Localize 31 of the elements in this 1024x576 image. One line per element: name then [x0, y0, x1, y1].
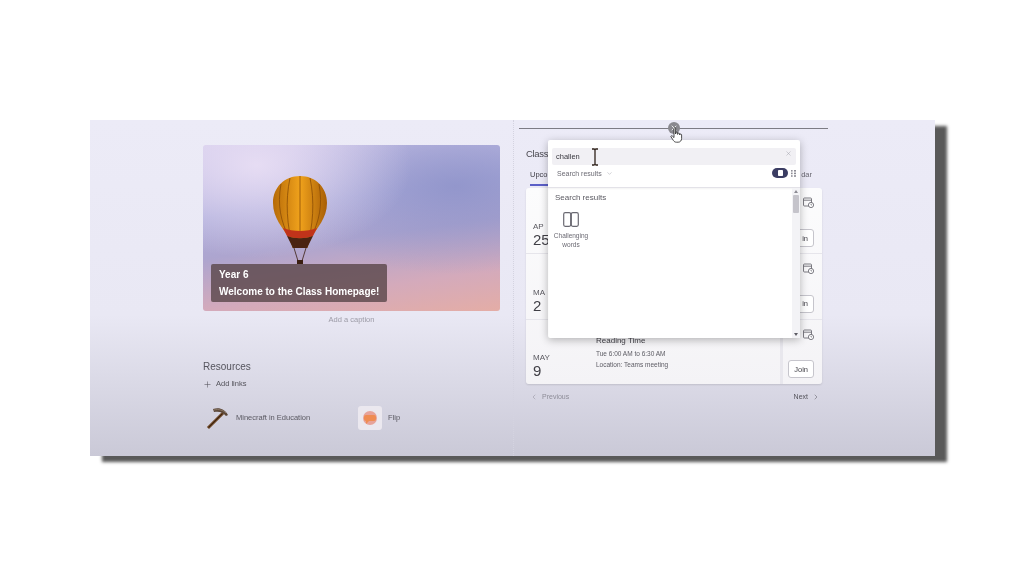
event-month: MA	[533, 287, 545, 298]
speech-bubble-icon	[358, 405, 382, 430]
pickaxe-icon	[205, 405, 230, 430]
scrollbar[interactable]	[792, 188, 800, 338]
chevron-left-icon	[530, 393, 538, 401]
event-month: AP	[533, 222, 544, 233]
event-day: 2	[533, 297, 542, 313]
caret-down-icon	[794, 333, 798, 336]
banner-text: Welcome to the Class Homepage!	[219, 285, 380, 298]
panel-title: Class	[526, 147, 549, 161]
caret-up-icon	[794, 190, 798, 193]
calendar-icon[interactable]	[803, 197, 814, 208]
resources-heading: Resources	[203, 360, 251, 374]
event-title: Reading Time	[596, 334, 646, 347]
banner-text: Year 6	[219, 268, 250, 281]
calendar-icon[interactable]	[803, 263, 814, 275]
event-day: 9	[533, 363, 542, 378]
dots-icon	[791, 169, 796, 177]
calendar-icon[interactable]	[803, 328, 814, 340]
scrollbar-thumb[interactable]	[793, 195, 799, 213]
results-heading: Search results	[555, 192, 607, 203]
chevron-down-icon	[605, 169, 613, 177]
square-icon	[777, 170, 783, 176]
view-toggle-button[interactable]	[790, 168, 797, 178]
plus-icon	[203, 379, 212, 389]
text-cursor-icon	[591, 148, 599, 166]
view-toggle-button[interactable]	[772, 168, 788, 178]
chevron-right-icon	[812, 393, 820, 401]
event-month: MAY	[533, 353, 550, 363]
book-icon	[563, 212, 579, 227]
close-icon	[785, 150, 792, 157]
